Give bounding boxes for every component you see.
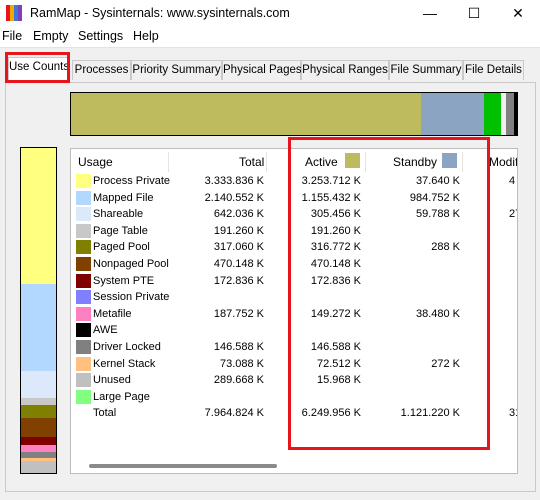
menu-empty[interactable]: Empty [33,29,68,43]
title-bar: RamMap - Sysinternals: www.sysinternals.… [0,0,540,26]
usage-label: Kernel Stack [93,357,156,370]
total-value: 146.588 K [213,341,264,353]
state-bar-segment [71,93,421,135]
tab-priority-summary[interactable]: Priority Summary [131,60,222,80]
menu-file[interactable]: File [2,29,22,43]
total-value: 3.333.836 K [204,175,264,187]
active-standby-highlight-annotation [288,137,490,450]
header-separator [168,152,169,172]
tab-highlight-annotation [5,52,70,83]
usage-bar [20,147,57,474]
usage-color-swatch [76,190,91,205]
usage-color-swatch [76,257,91,271]
state-bar-segment [420,93,484,135]
tab-processes[interactable]: Processes [72,60,131,80]
usage-color-swatch [76,356,91,371]
menu-bar: File Empty Settings Help [0,27,540,47]
header-usage[interactable]: Usage [78,152,113,172]
usage-label: Unused [93,374,131,387]
usage-color-swatch [76,373,91,388]
close-button[interactable]: ✕ [496,0,540,26]
usage-bar-segment [21,418,56,438]
usage-color-swatch [76,389,91,404]
usage-color-swatch [76,290,91,305]
usage-bar-segment [21,284,56,372]
usage-bar-segment [21,397,56,406]
modified-value: 27 [509,208,517,221]
maximize-button[interactable]: ☐ [452,0,496,26]
usage-bar-segment [21,371,56,398]
rammap-app-icon [6,5,22,21]
usage-bar-segment [21,148,56,285]
menu-help[interactable]: Help [133,29,159,43]
state-bar-segment [514,93,517,135]
minimize-button[interactable]: — [408,0,452,26]
usage-label: Nonpaged Pool [93,258,169,270]
modified-value: 4 [509,175,516,187]
usage-bar-segment [21,444,56,453]
modified-value: 31 [509,407,517,420]
state-bar-segment [483,93,501,135]
usage-bar-segment [21,405,56,419]
tab-file-details[interactable]: File Details [463,60,524,80]
total-value: 172.836 K [213,274,264,287]
usage-label: Total [93,407,117,420]
total-value: 187.752 K [213,307,264,320]
scrollbar-thumb[interactable] [89,464,277,468]
usage-color-swatch [76,273,91,288]
total-value: 642.036 K [213,208,264,221]
usage-label: Large Page [93,390,150,403]
usage-bar-segment [21,461,56,473]
usage-label: Process Private [93,175,171,187]
total-value: 289.668 K [213,374,264,387]
header-total[interactable]: Total [239,152,264,172]
total-value: 191.260 K [213,224,264,237]
usage-label: Paged Pool [93,241,150,254]
tab-physical-pages[interactable]: Physical Pages [222,60,302,80]
window-title: RamMap - Sysinternals: www.sysinternals.… [30,6,290,20]
state-bar-segment [505,93,515,135]
usage-label: AWE [93,324,118,337]
horizontal-scrollbar[interactable] [71,459,517,473]
usage-label: System PTE [93,274,155,287]
tab-file-summary[interactable]: File Summary [389,60,463,80]
usage-color-swatch [76,174,91,188]
usage-label: Driver Locked [93,341,161,353]
tab-physical-ranges[interactable]: Physical Ranges [301,60,389,80]
header-modified[interactable]: Modifi [489,152,517,172]
usage-label: Shareable [93,208,144,221]
header-separator [266,152,267,172]
usage-label: Metafile [93,307,132,320]
total-value: 317.060 K [213,241,264,254]
total-value: 2.140.552 K [204,191,264,204]
usage-color-swatch [76,340,91,354]
total-value: 470.148 K [213,258,264,270]
tab-strip: Use Counts Processes Priority Summary Ph… [0,57,540,82]
usage-color-swatch [76,207,91,222]
usage-label: Mapped File [93,191,154,204]
usage-label: Session Private [93,291,170,304]
usage-color-swatch [76,240,91,255]
total-value: 73.088 K [219,357,264,370]
usage-color-swatch [76,223,91,238]
total-value: 7.964.824 K [204,407,264,420]
usage-color-swatch [76,306,91,321]
usage-color-swatch [76,323,91,338]
page-state-bar [70,92,518,136]
menu-settings[interactable]: Settings [78,29,123,43]
usage-label: Page Table [93,224,148,237]
usage-bar-segment [21,437,56,445]
